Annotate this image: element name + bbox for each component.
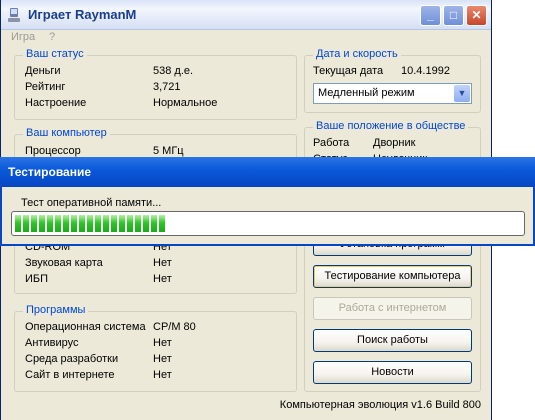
internet-button: Работа с интернетом <box>313 297 472 320</box>
money-label: Деньги <box>25 65 61 77</box>
mood-label: Настроение <box>25 97 87 109</box>
version-status-text: Компьютерная эволюция v1.6 Build 800 <box>279 399 481 411</box>
speed-select[interactable]: Медленный режим ▼ <box>313 83 472 104</box>
close-button[interactable]: ✕ <box>466 5 487 26</box>
cpu-value: 5 МГц <box>153 145 184 157</box>
memory-test-progress-bar <box>11 211 525 236</box>
ups-label: ИБП <box>25 273 49 285</box>
news-button[interactable]: Новости <box>313 361 472 384</box>
current-date-value: 10.4.1992 <box>401 65 450 77</box>
window-title: Играет RaymanM <box>28 7 137 22</box>
progress-segment <box>119 215 125 232</box>
progress-fill <box>15 215 167 232</box>
job-label: Работа <box>313 137 350 149</box>
maximize-button[interactable]: □ <box>443 5 464 26</box>
date-speed-group-title: Дата и скорость <box>313 48 401 60</box>
social-group-title: Ваше положение в обществе <box>313 120 469 132</box>
job-value: Дворник <box>373 137 416 149</box>
test-computer-button[interactable]: Тестирование компьютера <box>313 265 472 288</box>
cpu-label: Процессор <box>25 145 81 157</box>
title-bar[interactable]: Играет RaymanM _ □ ✕ <box>1 0 491 30</box>
rating-label: Рейтинг <box>25 81 66 93</box>
programs-group-title: Программы <box>23 304 89 316</box>
menu-game[interactable]: Игра <box>11 31 35 43</box>
progress-segment <box>111 215 117 232</box>
sound-card-value: Нет <box>153 257 172 269</box>
progress-segment <box>23 215 29 232</box>
money-value: 538 д.е. <box>153 65 194 77</box>
progress-segment <box>63 215 69 232</box>
progress-segment <box>31 215 37 232</box>
progress-segment <box>79 215 85 232</box>
progress-segment <box>135 215 141 232</box>
testing-dialog: Тестирование Тест оперативной памяти... <box>0 157 535 246</box>
progress-segment <box>159 215 165 232</box>
chevron-down-icon[interactable]: ▼ <box>454 85 470 102</box>
progress-segment <box>87 215 93 232</box>
website-label: Сайт в интернете <box>25 369 115 381</box>
antivirus-value: Нет <box>153 337 172 349</box>
current-date-label: Текущая дата <box>313 65 384 77</box>
progress-segment <box>15 215 21 232</box>
job-search-button[interactable]: Поиск работы <box>313 329 472 352</box>
dialog-title: Тестирование <box>8 165 92 179</box>
os-value: CP/M 80 <box>153 321 196 333</box>
progress-segment <box>47 215 53 232</box>
ups-value: Нет <box>153 273 172 285</box>
menu-bar: Игра ? <box>1 30 491 45</box>
minimize-button[interactable]: _ <box>420 5 441 26</box>
antivirus-label: Антивирус <box>25 337 79 349</box>
status-group-title: Ваш статус <box>23 48 87 60</box>
app-icon <box>8 8 20 22</box>
menu-help[interactable]: ? <box>49 31 55 43</box>
rating-value: 3,721 <box>153 81 181 93</box>
progress-segment <box>71 215 77 232</box>
progress-segment <box>55 215 61 232</box>
sound-card-label: Звуковая карта <box>25 257 103 269</box>
ide-label: Среда разработки <box>25 353 119 365</box>
mood-value: Нормальное <box>153 97 218 109</box>
progress-segment <box>151 215 157 232</box>
os-label: Операционная система <box>25 321 146 333</box>
website-value: Нет <box>153 369 172 381</box>
dialog-title-bar[interactable]: Тестирование <box>0 157 535 187</box>
progress-segment <box>143 215 149 232</box>
progress-segment <box>103 215 109 232</box>
progress-segment <box>39 215 45 232</box>
progress-segment <box>95 215 101 232</box>
speed-select-value: Медленный режим <box>318 87 415 99</box>
dialog-label: Тест оперативной памяти... <box>21 197 162 209</box>
progress-segment <box>127 215 133 232</box>
status-group: Ваш статус Деньги 538 д.е. Рейтинг 3,721… <box>14 48 297 120</box>
ide-value: Нет <box>153 353 172 365</box>
programs-group: Программы Операционная система CP/M 80 А… <box>14 304 297 392</box>
computer-group-title: Ваш компьютер <box>23 127 110 139</box>
